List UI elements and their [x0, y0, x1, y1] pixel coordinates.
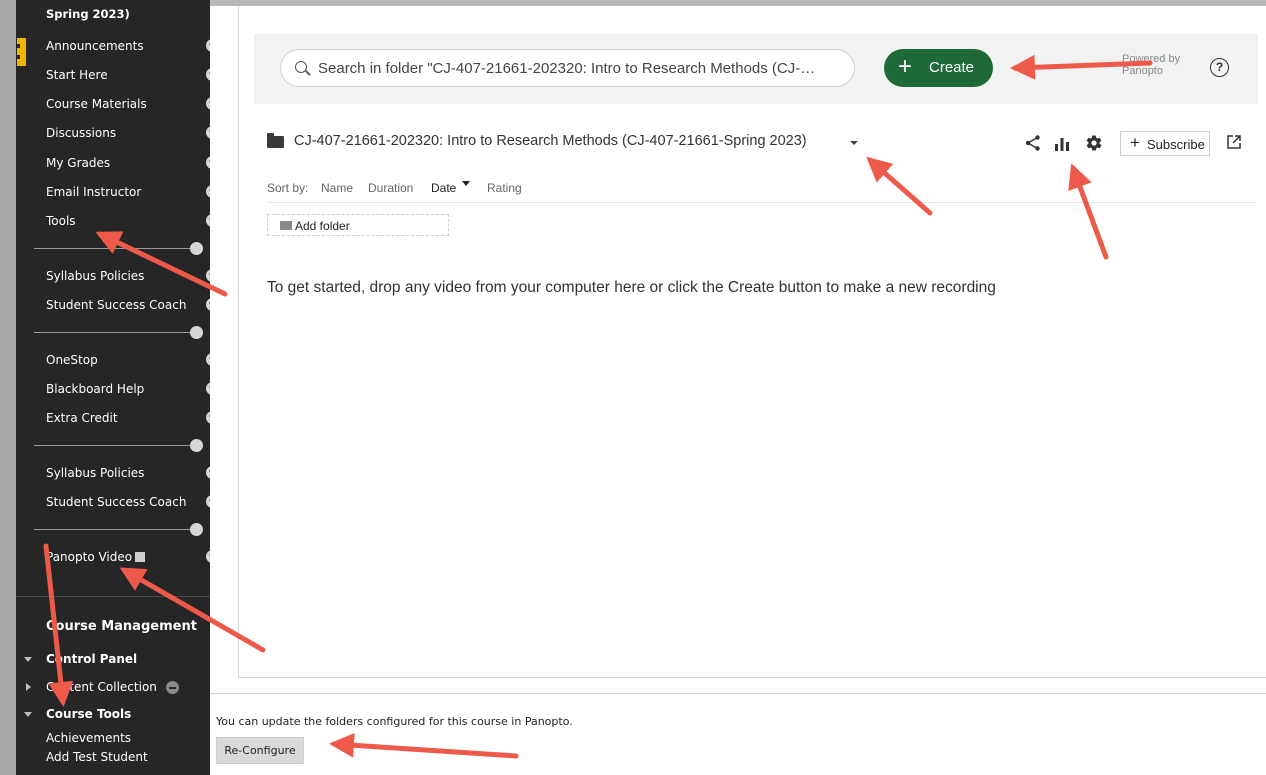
caret-down-icon[interactable]: [24, 712, 32, 717]
menu-divider: [34, 332, 194, 333]
search-icon: [295, 61, 307, 73]
sidebar-item-label: My Grades: [46, 156, 111, 170]
tree-label: Control Panel: [46, 652, 138, 666]
plus-icon: +: [1130, 133, 1140, 152]
folder-dropdown-icon[interactable]: [850, 141, 858, 145]
sidebar-item-start-here[interactable]: Start Here: [46, 66, 219, 86]
link-add-test-student[interactable]: Add Test Student: [46, 750, 148, 764]
panopto-video-label: Panopto Video: [46, 550, 133, 564]
sidebar-item-blackboard-help[interactable]: Blackboard Help: [46, 380, 219, 400]
reconfigure-button[interactable]: Re-Configure: [216, 737, 304, 764]
sidebar-item-course-materials[interactable]: Course Materials: [46, 95, 219, 115]
sidebar-item-label: OneStop: [46, 353, 98, 367]
divider-chevron-icon[interactable]: [190, 523, 203, 536]
powered-by-panopto: Powered by Panopto: [1122, 53, 1181, 77]
subscribe-button[interactable]: + Subscribe: [1120, 131, 1210, 156]
plus-icon: +: [898, 53, 913, 80]
sidebar-item-label: Announcements: [46, 39, 144, 53]
sort-option-name[interactable]: Name: [321, 181, 353, 195]
sort-bar: Sort by: Name Duration Date Rating: [267, 181, 1257, 197]
add-folder-button[interactable]: Add folder: [267, 214, 449, 236]
add-folder-label: Add folder: [295, 219, 350, 233]
external-tool-icon: [135, 552, 146, 562]
sort-descending-icon: [462, 181, 470, 186]
gear-icon[interactable]: [1085, 134, 1103, 152]
panopto-embed: Search in folder "CJ-407-21661-202320: I…: [238, 6, 1266, 678]
create-button[interactable]: + Create: [884, 49, 993, 87]
tree-label: Course Tools: [46, 707, 132, 721]
folder-name[interactable]: CJ-407-21661-202320: Intro to Research M…: [294, 133, 807, 149]
share-icon[interactable]: [1025, 135, 1041, 151]
outer-left-margin: [0, 0, 16, 775]
help-icon[interactable]: ?: [1210, 58, 1229, 77]
panopto-header: Search in folder "CJ-407-21661-202320: I…: [254, 34, 1258, 104]
divider-chevron-icon[interactable]: [190, 439, 203, 452]
configuration-footer: You can update the folders configured fo…: [210, 693, 1266, 775]
sort-by-label: Sort by:: [267, 181, 309, 195]
sidebar-item-label: Blackboard Help: [46, 382, 145, 396]
open-in-new-window-icon[interactable]: [1226, 134, 1242, 150]
menu-divider: [34, 445, 194, 446]
tree-content-collection[interactable]: Content Collection: [24, 679, 210, 697]
subscribe-label: Subscribe: [1147, 137, 1205, 152]
sidebar-item-tools[interactable]: Tools: [46, 212, 219, 232]
sidebar-collapse-handle[interactable]: [16, 38, 26, 66]
caret-right-icon[interactable]: [26, 683, 31, 691]
empty-folder-message: To get started, drop any video from your…: [267, 279, 996, 296]
sidebar-item-label: Discussions: [46, 126, 117, 140]
tree-control-panel[interactable]: Control Panel: [24, 651, 210, 669]
sidebar-item-student-success-coach[interactable]: Student Success Coach: [46, 296, 219, 316]
menu-divider: [34, 248, 194, 249]
course-title: Spring 2023): [46, 7, 130, 21]
sidebar-item-discussions[interactable]: Discussions: [46, 124, 219, 144]
tree-label: Content Collection: [46, 680, 157, 694]
sidebar-item-label: Extra Credit: [46, 411, 118, 425]
collapse-icon[interactable]: [166, 681, 179, 694]
course-management-heading: Course Management: [46, 619, 197, 634]
sidebar-item-email-instructor[interactable]: Email Instructor: [46, 183, 219, 203]
divider-chevron-icon[interactable]: [190, 326, 203, 339]
sidebar-item-syllabus-policies-2[interactable]: Syllabus Policies: [46, 464, 219, 484]
sidebar-item-my-grades[interactable]: My Grades: [46, 154, 219, 174]
sidebar-item-extra-credit[interactable]: Extra Credit: [46, 409, 219, 429]
sidebar-item-label: Panopto Video: [46, 550, 146, 564]
configuration-message: You can update the folders configured fo…: [216, 715, 573, 728]
sort-option-rating[interactable]: Rating: [487, 181, 522, 195]
sidebar-item-syllabus-policies[interactable]: Syllabus Policies: [46, 267, 219, 287]
sidebar-item-label: Tools: [46, 214, 76, 228]
search-placeholder: Search in folder "CJ-407-21661-202320: I…: [318, 60, 816, 77]
sidebar-item-label: Student Success Coach: [46, 495, 187, 509]
search-input[interactable]: Search in folder "CJ-407-21661-202320: I…: [280, 49, 855, 87]
sidebar-item-label: Start Here: [46, 68, 108, 82]
sidebar-item-student-success-coach-2[interactable]: Student Success Coach: [46, 493, 219, 513]
sidebar-item-announcements[interactable]: Announcements: [46, 37, 219, 57]
sidebar-item-onestop[interactable]: OneStop: [46, 351, 219, 371]
sort-option-duration[interactable]: Duration: [368, 181, 413, 195]
main-content: Search in folder "CJ-407-21661-202320: I…: [210, 6, 1266, 775]
link-achievements[interactable]: Achievements: [46, 731, 131, 745]
caret-down-icon[interactable]: [24, 657, 32, 662]
divider-chevron-icon[interactable]: [190, 242, 203, 255]
sidebar-item-label: Syllabus Policies: [46, 269, 145, 283]
create-label: Create: [929, 59, 975, 76]
sidebar-item-panopto-video[interactable]: Panopto Video: [46, 548, 219, 568]
sort-divider: [267, 202, 1257, 203]
add-folder-icon: [280, 221, 292, 230]
folder-icon: [267, 133, 284, 148]
folder-header: CJ-407-21661-202320: Intro to Research M…: [267, 131, 1257, 156]
sidebar-item-label: Email Instructor: [46, 185, 142, 199]
sidebar-item-label: Syllabus Policies: [46, 466, 145, 480]
sort-option-date[interactable]: Date: [431, 181, 456, 195]
menu-divider: [34, 529, 194, 530]
tree-course-tools[interactable]: Course Tools: [24, 706, 210, 724]
sidebar-item-label: Student Success Coach: [46, 298, 187, 312]
stats-icon[interactable]: [1054, 135, 1070, 151]
sidebar-item-label: Course Materials: [46, 97, 147, 111]
